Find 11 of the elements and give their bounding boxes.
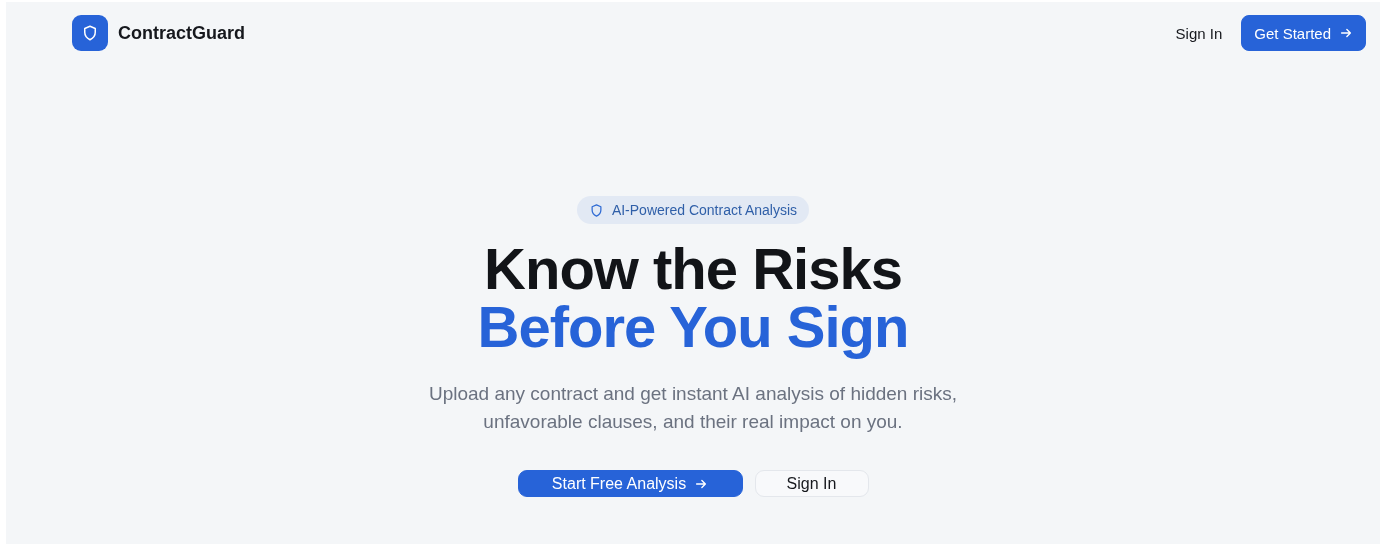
- badge-text: AI-Powered Contract Analysis: [611, 202, 798, 218]
- subtitle: Upload any contract and get instant AI analysis of hidden risks, unfavorable clauses, and their real impact on you.: [427, 382, 959, 434]
- primary-button[interactable]: Start Free Analysis: [517, 470, 743, 497]
- primary-button[interactable]: Get Started: [1241, 15, 1366, 51]
- headline: Know the Risks: [484, 240, 902, 298]
- shield-icon: [588, 202, 604, 218]
- arrow-right-icon: [1339, 26, 1353, 40]
- sign-in-link[interactable]: Sign In: [1175, 24, 1223, 42]
- secondary-button[interactable]: Sign In: [754, 470, 869, 497]
- logo-icon: [72, 15, 108, 51]
- brand-name: ContractGuard: [118, 22, 245, 44]
